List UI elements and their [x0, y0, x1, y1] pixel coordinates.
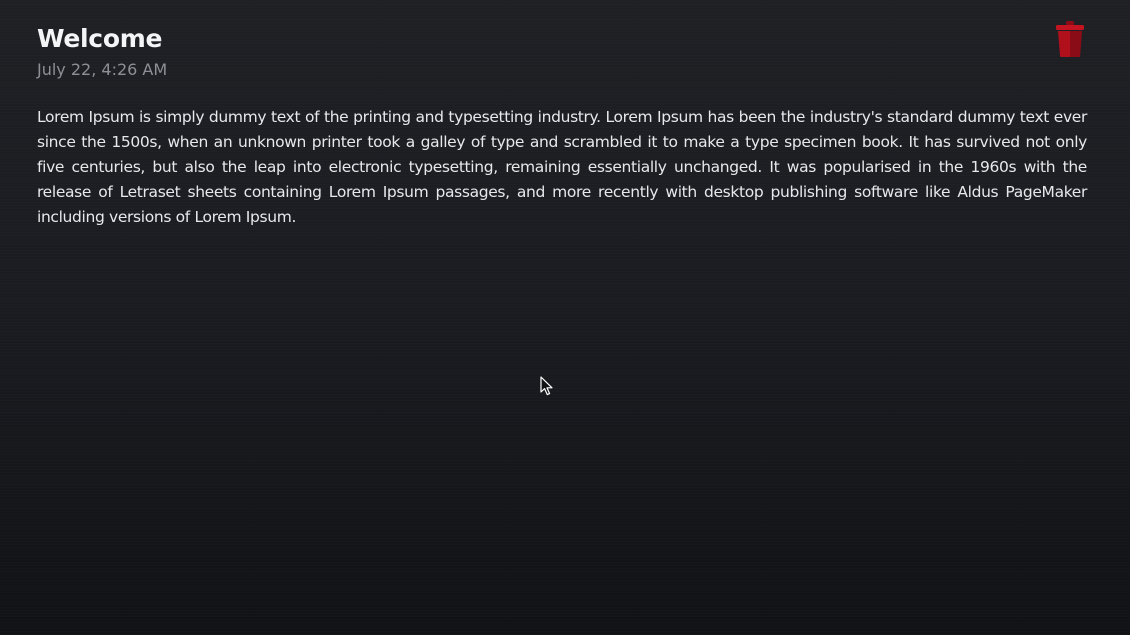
note-title: Welcome: [37, 24, 163, 53]
note-body: Lorem Ipsum is simply dummy text of the …: [37, 108, 1087, 226]
trash-icon: [1056, 21, 1084, 57]
note-view: Welcome July 22, 4:26 AM Lorem Ipsum is …: [37, 22, 1087, 230]
delete-button[interactable]: [1054, 20, 1086, 58]
note-date: July 22, 4:26 AM: [37, 60, 168, 79]
mouse-cursor-icon: [540, 376, 553, 396]
